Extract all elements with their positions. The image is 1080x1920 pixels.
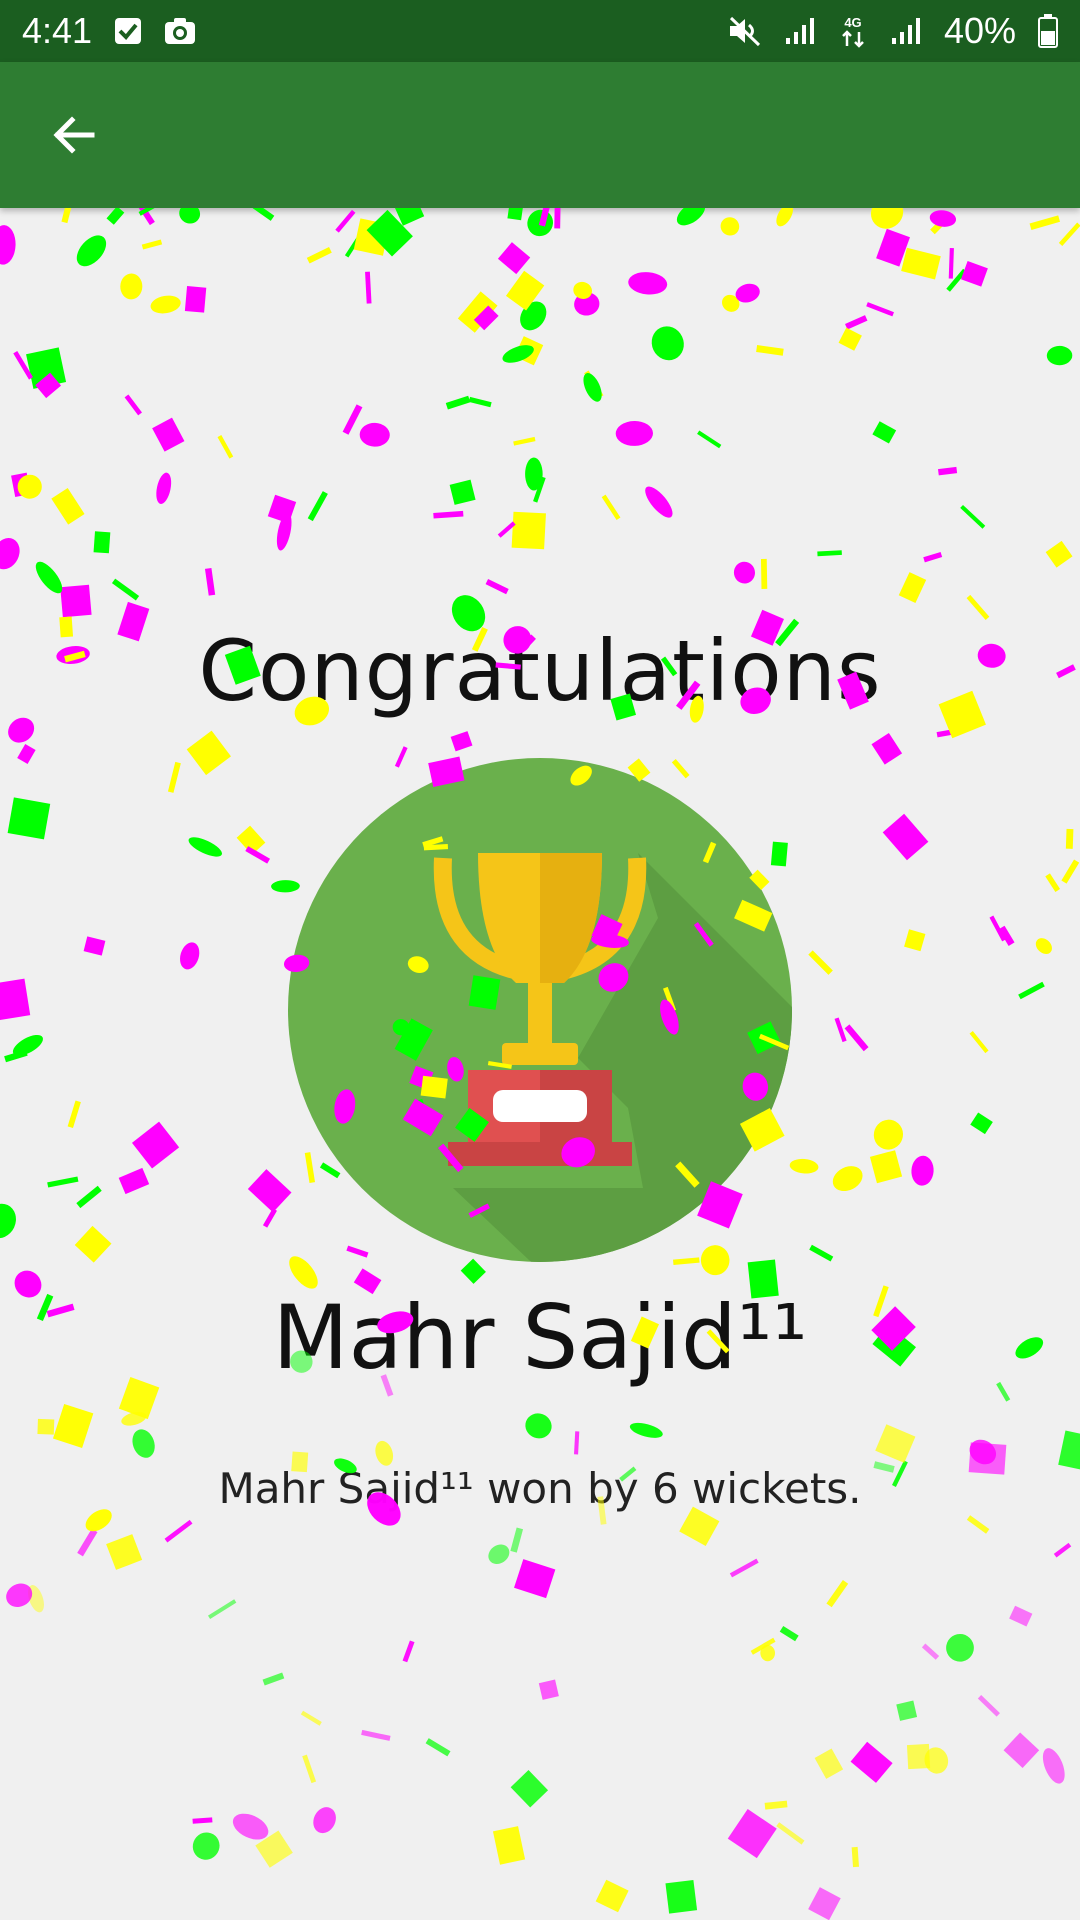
battery-percent: 40% — [943, 10, 1016, 51]
svg-text:4G: 4G — [844, 15, 861, 30]
status-time: 4:41 — [22, 10, 93, 51]
mute-icon — [728, 15, 762, 47]
4g-icon: 4G — [838, 14, 868, 48]
match-result: Mahr Sajid¹¹ won by 6 wickets. — [218, 1464, 862, 1513]
signal-icon — [784, 16, 816, 46]
back-button[interactable] — [44, 105, 104, 165]
status-bar: 4:41 4G 40% — [0, 0, 1080, 62]
toolbar — [0, 62, 1080, 208]
status-left: 4:41 — [22, 10, 196, 52]
app-screen: 4:41 4G 40% Congratulations Mahr Sajid¹¹… — [0, 0, 1080, 1920]
status-right: 4G 40% — [728, 10, 1058, 52]
check-box-icon — [114, 17, 142, 45]
signal-icon — [890, 16, 922, 46]
winner-name: Mahr Sajid¹¹ — [272, 1286, 808, 1389]
main-content: Congratulations Mahr Sajid¹¹ Mahr Sajid¹… — [0, 208, 1080, 1920]
arrow-left-icon — [53, 116, 95, 154]
page-title: Congratulations — [198, 622, 882, 720]
trophy-icon — [288, 758, 792, 1262]
battery-icon — [1038, 14, 1058, 48]
camera-icon — [164, 17, 196, 45]
trophy-badge — [288, 758, 792, 1262]
